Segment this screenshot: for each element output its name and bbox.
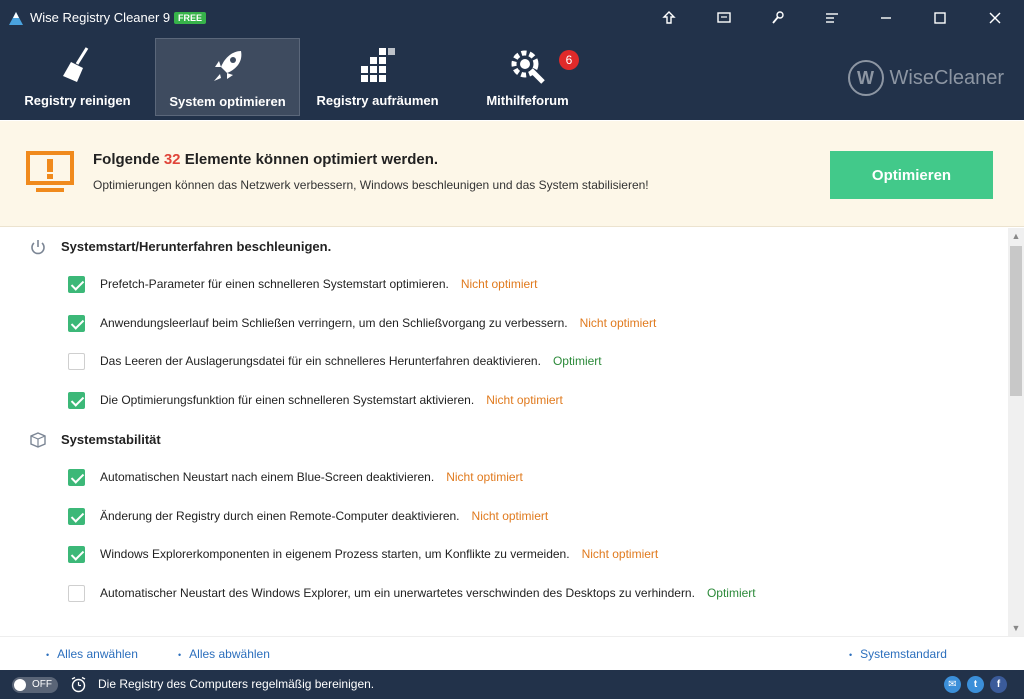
nav-system-optimieren[interactable]: System optimieren [155,38,300,116]
nav-label: Registry reinigen [24,93,131,108]
facebook-icon[interactable]: f [990,676,1007,693]
close-button[interactable] [983,6,1007,30]
schedule-text: Die Registry des Computers regelmäßig be… [98,677,375,691]
item-status: Optimiert [552,354,602,368]
item-text: Die Optimierungsfunktion für einen schne… [100,393,475,407]
rocket-icon [213,51,241,81]
alarm-clock-icon [71,676,86,693]
wisecleaner-logo[interactable]: W WiseCleaner [847,60,1004,96]
list-item: Prefetch-Parameter für einen schnelleren… [0,266,1008,304]
item-text: Windows Explorerkomponenten in eigenem P… [100,547,570,561]
main-nav: Registry reinigen System optimieren Regi… [0,36,1024,120]
menu-icon [826,13,838,23]
list-item: Das Leeren der Auslagerungsdatei für ein… [0,343,1008,381]
maximize-icon [934,12,946,24]
gear-wrench-icon [511,50,545,84]
system-default-link[interactable]: Systemstandard [849,647,947,661]
nav-label: Registry aufräumen [316,93,439,108]
nav-label: System optimieren [169,94,286,109]
nav-registry-aufraeumen[interactable]: Registry aufräumen [305,38,450,116]
item-status: Nicht optimiert [471,509,549,523]
banner-title-suffix: Elemente können optimiert werden. [184,151,439,168]
nav-mithilfeforum[interactable]: 6 Mithilfeforum [455,38,600,116]
brand-text: WiseCleaner [889,66,1004,89]
section-title: Systemstart/Herunterfahren beschleunigen… [61,239,332,254]
item-status: Nicht optimiert [581,547,659,561]
title-bar: Wise Registry Cleaner 9 FREE [0,0,1024,36]
auto-clean-toggle[interactable]: OFF [12,677,58,693]
item-status: Nicht optimiert [460,277,538,291]
power-icon [31,240,45,255]
banner-title-prefix: Folgende [93,151,160,168]
list-item: Änderung der Registry durch einen Remote… [0,498,1008,536]
list-item: Windows Explorerkomponenten in eigenem P… [0,536,1008,574]
item-status: Nicht optimiert [579,316,657,330]
scroll-up-arrow-icon[interactable]: ▲ [1008,228,1024,244]
nav-registry-reinigen[interactable]: Registry reinigen [5,38,150,116]
message-button[interactable] [712,6,736,30]
tools-button[interactable] [766,6,790,30]
item-text: Automatischen Neustart nach einem Blue-S… [100,470,435,484]
upload-icon [662,11,676,24]
broom-icon [62,47,88,82]
brand-logo-mark: W [847,60,884,96]
minimize-button[interactable] [874,6,898,30]
item-text: Das Leeren der Auslagerungsdatei für ein… [100,354,541,368]
issue-count: 32 [163,151,181,168]
minimize-icon [881,17,891,19]
list-item: Automatischer Neustart des Windows Explo… [0,575,1008,613]
cube-icon [30,432,46,448]
scroll-thumb[interactable] [1010,246,1022,396]
app-logo-icon [9,12,23,25]
item-checkbox[interactable] [68,315,85,332]
optimization-list: Systemstart/Herunterfahren beschleunigen… [0,228,1008,636]
list-item: Anwendungsleerlauf beim Schließen verrin… [0,305,1008,343]
item-checkbox[interactable] [68,469,85,486]
select-all-link[interactable]: Alles anwählen [46,647,138,661]
free-badge: FREE [174,12,207,24]
summary-banner: Folgende 32 Elemente können optimiert we… [0,121,1024,227]
optimize-button[interactable]: Optimieren [830,151,993,199]
menu-button[interactable] [820,6,844,30]
item-checkbox[interactable] [68,353,85,370]
item-text: Anwendungsleerlauf beim Schließen verrin… [100,316,568,330]
toggle-label: OFF [32,679,52,690]
tools-icon [772,11,784,24]
section-header: Systemstart/Herunterfahren beschleunigen… [0,228,1008,264]
message-icon [717,12,731,23]
deselect-all-link[interactable]: Alles abwählen [178,647,270,661]
vertical-scrollbar[interactable]: ▲ ▼ [1008,228,1024,636]
banner-title: Folgende 32 Elemente können optimiert we… [93,151,438,168]
app-title: Wise Registry Cleaner 9 [30,10,171,25]
item-text: Prefetch-Parameter für einen schnelleren… [100,277,449,291]
twitter-icon[interactable]: t [967,676,984,693]
status-bar: OFF Die Registry des Computers regelmäßi… [0,670,1024,699]
banner-subtitle: Optimierungen können das Netzwerk verbes… [93,178,649,192]
maximize-button[interactable] [928,6,952,30]
toggle-knob [14,679,26,691]
list-item: Automatischen Neustart nach einem Blue-S… [0,459,1008,497]
nav-label: Mithilfeforum [486,93,569,108]
item-checkbox[interactable] [68,585,85,602]
list-item: Die Optimierungsfunktion für einen schne… [0,382,1008,420]
item-status: Nicht optimiert [446,470,523,484]
section-header: Systemstabilität [0,421,1008,457]
defrag-blocks-icon [360,48,395,82]
item-checkbox[interactable] [68,276,85,293]
section-title: Systemstabilität [61,432,161,447]
selection-links: Alles anwählen Alles abwählen Systemstan… [0,636,1024,670]
upload-button[interactable] [657,6,681,30]
item-checkbox[interactable] [68,508,85,525]
item-status: Nicht optimiert [486,393,563,407]
notification-badge: 6 [559,50,579,70]
monitor-warning-icon [26,151,74,192]
item-checkbox[interactable] [68,546,85,563]
item-checkbox[interactable] [68,392,85,409]
item-text: Änderung der Registry durch einen Remote… [100,509,460,523]
close-icon [989,12,1001,24]
item-text: Automatischer Neustart des Windows Explo… [100,586,695,600]
email-icon[interactable]: ✉ [944,676,961,693]
scroll-down-arrow-icon[interactable]: ▼ [1008,620,1024,636]
item-status: Optimiert [706,586,756,600]
